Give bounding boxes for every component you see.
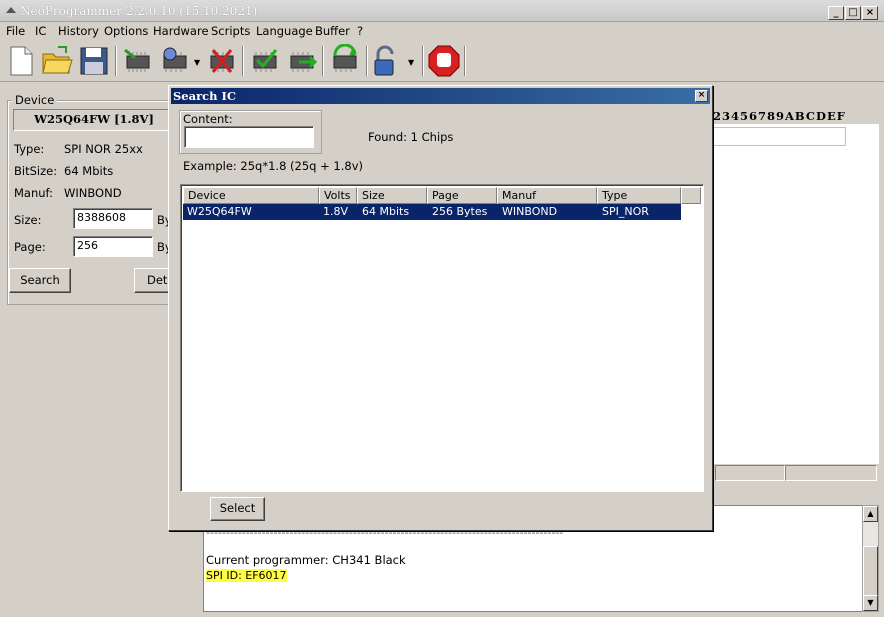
scroll-down-icon[interactable]: ▼: [863, 595, 878, 611]
column-header-volts[interactable]: Volts: [319, 187, 357, 204]
menu-buffer[interactable]: Buffer: [315, 24, 350, 38]
maximize-button[interactable]: □: [845, 6, 861, 20]
select-button[interactable]: Select: [210, 497, 265, 521]
type-value: SPI NOR 25xx: [64, 142, 143, 156]
bitsize-label: BitSize:: [14, 164, 58, 178]
log-scrollbar[interactable]: ▲ ▼: [862, 505, 879, 612]
log-programmer-line: Current programmer: CH341 Black: [206, 553, 406, 567]
cell-size: 64 Mbits: [362, 205, 410, 218]
column-header-page[interactable]: Page: [427, 187, 497, 204]
page-label: Page:: [14, 240, 46, 254]
menu-bar: File IC History Options Hardware Scripts…: [0, 22, 884, 40]
size-label: Size:: [14, 213, 42, 227]
column-header-filler: [681, 187, 701, 204]
content-input[interactable]: [184, 126, 314, 148]
dialog-title: Search IC: [173, 89, 237, 103]
cell-device: W25Q64FW: [187, 205, 252, 218]
status-panel: [715, 465, 785, 481]
menu-ic[interactable]: IC: [35, 24, 46, 38]
device-name: W25Q64FW [1.8V]: [13, 109, 175, 131]
menu-help[interactable]: ?: [357, 24, 363, 38]
main-title-bar[interactable]: NeoProgrammer 2.2.0.10 (15.10.2021) _ □ …: [0, 0, 884, 22]
example-text: Example: 25q*1.8 (25q + 1.8v): [183, 159, 363, 173]
hex-header: 23456789ABCDEF: [713, 109, 846, 123]
dialog-close-icon[interactable]: ×: [695, 90, 708, 102]
status-strip: [713, 464, 879, 482]
toolbar: ▼ ▼: [0, 40, 884, 82]
minimize-button[interactable]: _: [828, 6, 844, 20]
close-button[interactable]: ×: [862, 6, 878, 20]
cell-volts: 1.8V: [323, 205, 349, 218]
dialog-title-bar[interactable]: Search IC ×: [171, 88, 710, 104]
auto-program-icon[interactable]: [328, 44, 362, 78]
search-button[interactable]: Search: [9, 268, 71, 293]
size-field[interactable]: 8388608: [73, 208, 153, 229]
app-icon: [6, 7, 16, 13]
cell-page: 256 Bytes: [432, 205, 488, 218]
column-header-device[interactable]: Device: [183, 187, 319, 204]
manuf-value: WINBOND: [64, 186, 122, 200]
content-label: Content:: [183, 112, 233, 126]
blank-check-icon[interactable]: [285, 44, 319, 78]
scroll-up-icon[interactable]: ▲: [863, 506, 878, 522]
window-title: NeoProgrammer 2.2.0.10 (15.10.2021): [20, 4, 258, 18]
device-group-label: Device: [12, 93, 58, 107]
menu-file[interactable]: File: [6, 24, 25, 38]
column-header-type[interactable]: Type: [597, 187, 681, 204]
cell-type: SPI_NOR: [602, 205, 649, 218]
column-header-size[interactable]: Size: [357, 187, 427, 204]
write-chip-icon[interactable]: [158, 44, 192, 78]
write-dropdown-icon[interactable]: ▼: [194, 58, 200, 67]
new-file-icon[interactable]: [4, 44, 38, 78]
menu-hardware[interactable]: Hardware: [153, 24, 209, 38]
cell-manuf: WINBOND: [502, 205, 558, 218]
lock-dropdown-icon[interactable]: ▼: [408, 58, 414, 67]
page-field[interactable]: 256: [73, 236, 153, 257]
manuf-label: Manuf:: [14, 186, 54, 200]
type-label: Type:: [14, 142, 45, 156]
stop-icon[interactable]: [427, 44, 461, 78]
table-row[interactable]: W25Q64FW 1.8V 64 Mbits 256 Bytes WINBOND…: [183, 204, 681, 220]
read-chip-icon[interactable]: [121, 44, 155, 78]
hex-row[interactable]: [713, 127, 846, 146]
found-text: Found: 1 Chips: [368, 130, 454, 144]
menu-options[interactable]: Options: [104, 24, 148, 38]
column-header-manuf[interactable]: Manuf: [497, 187, 597, 204]
menu-history[interactable]: History: [58, 24, 99, 38]
open-folder-icon[interactable]: [40, 44, 74, 78]
status-panel: [785, 465, 877, 481]
verify-chip-icon[interactable]: [248, 44, 282, 78]
results-list[interactable]: Device Volts Size Page Manuf Type W25Q64…: [180, 184, 704, 492]
bitsize-value: 64 Mbits: [64, 164, 114, 178]
log-spi-id: SPI ID: EF6017: [206, 569, 287, 582]
search-ic-dialog: Search IC × Content: Found: 1 Chips Exam…: [168, 85, 713, 531]
menu-scripts[interactable]: Scripts: [211, 24, 250, 38]
menu-language[interactable]: Language: [256, 24, 313, 38]
erase-chip-icon[interactable]: [205, 44, 239, 78]
lock-icon[interactable]: [370, 44, 404, 78]
save-disk-icon[interactable]: [77, 44, 111, 78]
scroll-thumb[interactable]: [863, 546, 878, 596]
hex-view[interactable]: [713, 124, 879, 464]
